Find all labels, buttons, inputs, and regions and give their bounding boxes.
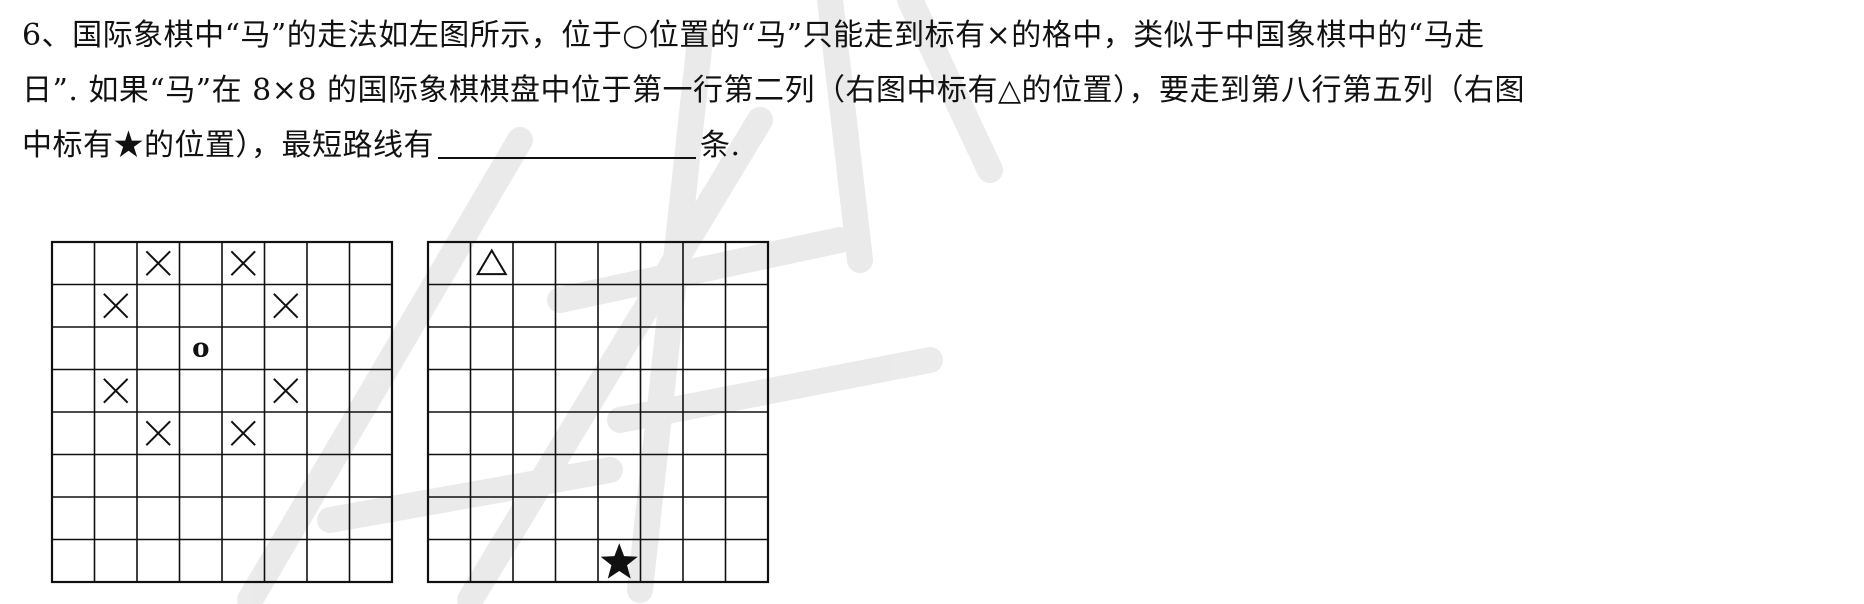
knight-moves-board-grid: o (50, 240, 394, 584)
knight-move-cross-icon (103, 378, 129, 404)
knight-moves-board: o (50, 240, 394, 584)
problem-line-3-before: 中标有★的位置），最短路线有 (22, 128, 434, 163)
problem-text: 6、国际象棋中“马”的走法如左图所示，位于○位置的“马”只能走到标有×的格中，类… (22, 8, 1842, 173)
problem-line-3: 中标有★的位置），最短路线有 条. (22, 118, 1842, 173)
path-board-grid (426, 240, 770, 584)
problem-line-1: 6、国际象棋中“马”的走法如左图所示，位于○位置的“马”只能走到标有×的格中，类… (22, 18, 1485, 53)
knight-move-cross-icon (145, 420, 171, 446)
knight-move-cross-icon (145, 250, 171, 276)
path-board (426, 240, 770, 584)
start-triangle-icon (475, 248, 508, 276)
knight-move-cross-icon (103, 293, 129, 319)
knight-move-cross-icon (230, 420, 256, 446)
knight-move-cross-icon (230, 250, 256, 276)
problem-line-3-after: 条. (700, 128, 741, 163)
knight-move-cross-icon (273, 378, 299, 404)
answer-blank (438, 121, 696, 159)
target-star-icon (600, 543, 638, 579)
knight-move-cross-icon (273, 293, 299, 319)
knight-position-marker: o (192, 333, 209, 363)
problem-line-2: 日”. 如果“马”在 8×8 的国际象棋棋盘中位于第一行第二列（右图中标有△的位… (22, 73, 1526, 108)
